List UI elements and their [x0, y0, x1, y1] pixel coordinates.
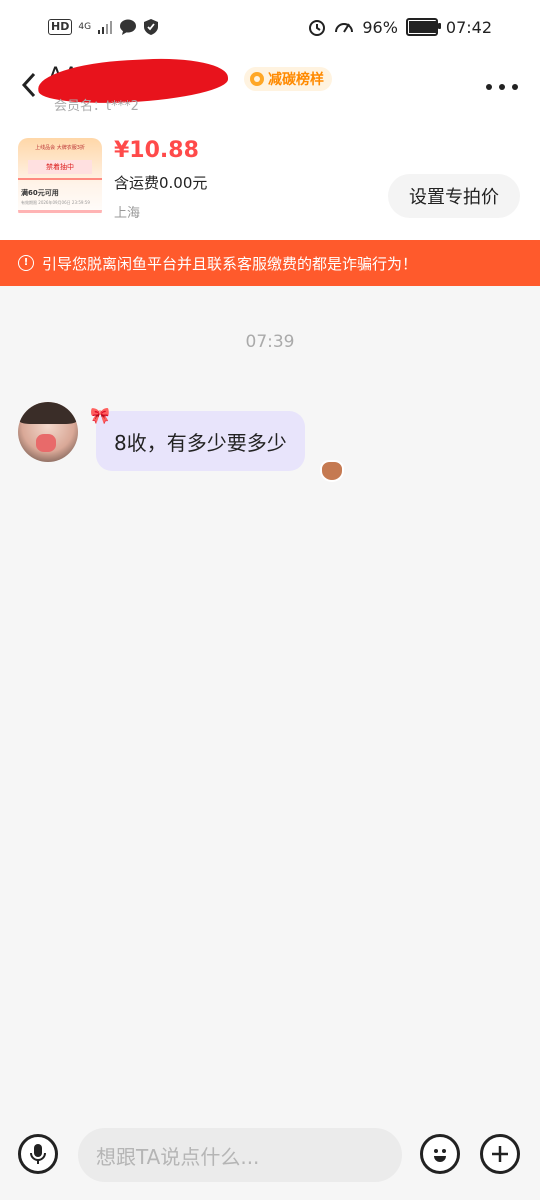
plus-glyph [492, 1146, 508, 1162]
product-price: ¥10.88 [114, 138, 199, 163]
mic-icon[interactable] [18, 1134, 58, 1174]
plus-icon[interactable] [480, 1134, 520, 1174]
leaf-icon [250, 72, 264, 86]
more-dot [486, 84, 492, 90]
hd-indicator: HD [48, 19, 73, 35]
message-text: 8收，有多少要多少 [114, 430, 287, 455]
back-icon[interactable] [20, 70, 38, 100]
avatar-hair [18, 402, 78, 424]
message-icon [120, 19, 137, 35]
status-right: 96% 07:42 [308, 14, 492, 40]
speed-icon [335, 23, 354, 33]
warning-icon: ! [18, 255, 34, 271]
message-input[interactable]: 想跟TA说点什么... [78, 1128, 402, 1182]
thumb-sub: 有效期限 2026年09月06日 23:59:59 [21, 200, 90, 205]
avatar-hand [36, 434, 56, 452]
alarm-icon [309, 20, 326, 36]
thumb-text: 满60元可用 [21, 189, 59, 197]
more-dot [499, 84, 505, 90]
signal-icon [98, 21, 113, 34]
fraud-warning-banner: ! 引导您脱离闲鱼平台并且联系客服缴费的都是诈骗行为！ [0, 240, 540, 286]
bow-icon: 🎀 [90, 406, 110, 425]
member-label: 会员名：t***2 [54, 99, 139, 114]
carbon-badge[interactable]: 减碳榜样 [244, 67, 332, 91]
thumb-bar [18, 210, 102, 213]
more-icon[interactable] [486, 84, 518, 92]
shipping-info: 含运费0.00元 [114, 174, 208, 192]
mic-glyph [30, 1144, 46, 1164]
shield-icon [144, 19, 159, 35]
emoji-glyph [434, 1149, 446, 1162]
warning-text: 引导您脱离闲鱼平台并且联系客服缴费的都是诈骗行为！ [42, 254, 418, 273]
member-name: 会员名：t***2 [54, 95, 139, 114]
clock: 07:42 [445, 17, 492, 37]
set-price-button[interactable]: 设置专拍价 [388, 174, 520, 218]
status-left: HD 4G [48, 16, 159, 38]
battery-percent: 96% [362, 17, 398, 37]
emoji-icon[interactable] [420, 1134, 460, 1174]
product-thumbnail[interactable]: 上线品会 大牌衣服3折 禁着抽中 满60元可用 有效期限 2026年09月06日… [18, 138, 102, 220]
message-bubble[interactable]: 8收，有多少要多少 [96, 411, 305, 471]
network-type: 4G [78, 21, 92, 32]
product-location: 上海 [114, 206, 141, 221]
thumb-header: 上线品会 大牌衣服3折 [35, 145, 85, 151]
thumb-divider [18, 178, 102, 180]
chat-timestamp: 07:39 [245, 332, 295, 352]
paw-icon [320, 460, 344, 482]
battery-icon [405, 18, 441, 36]
avatar[interactable] [18, 402, 78, 462]
thumb-tag: 禁着抽中 [28, 160, 92, 174]
badge-label: 减碳榜样 [268, 72, 324, 88]
input-placeholder: 想跟TA说点什么... [96, 1144, 260, 1169]
more-dot [512, 84, 518, 90]
